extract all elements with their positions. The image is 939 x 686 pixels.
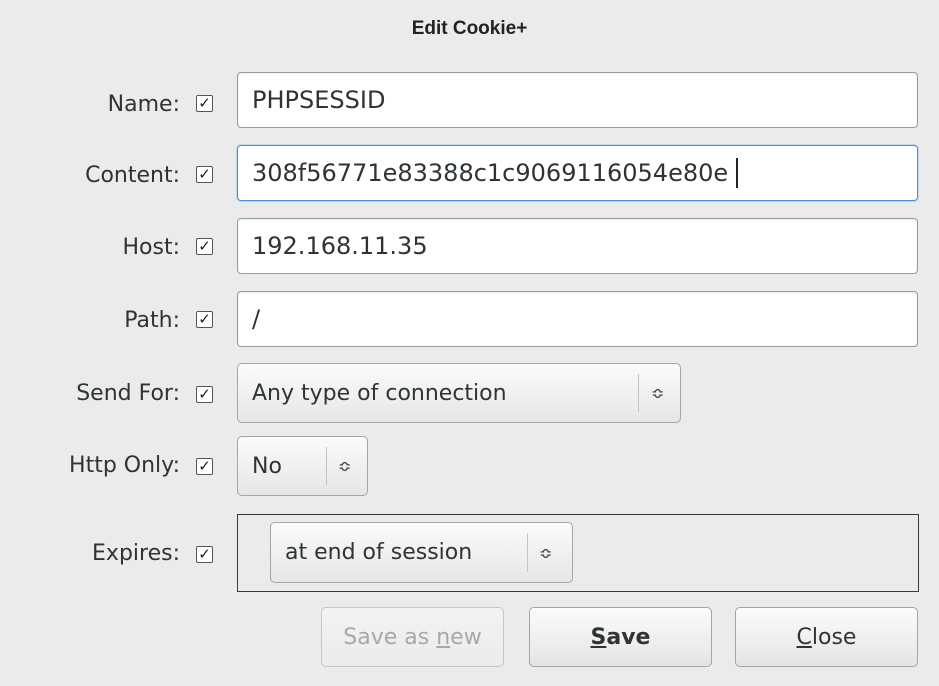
combo-separator bbox=[326, 447, 327, 485]
send-for-value: Any type of connection bbox=[252, 380, 507, 406]
name-label: Name: bbox=[107, 91, 180, 117]
dialog-title-bar: Edit Cookie+ bbox=[0, 0, 939, 58]
up-down-arrows-icon: ≎ bbox=[651, 383, 665, 403]
combo-separator bbox=[527, 533, 528, 572]
http-only-select[interactable]: No ≎ bbox=[237, 436, 368, 496]
content-value: 308f56771e83388c1c9069116054e80e bbox=[252, 159, 729, 187]
checkbox-checked-icon: ✓ bbox=[198, 309, 211, 328]
close-button[interactable]: Close bbox=[735, 607, 918, 667]
expires-label: Expires: bbox=[92, 540, 180, 566]
checkbox-checked-icon: ✓ bbox=[198, 456, 211, 475]
up-down-arrows-icon: ≎ bbox=[539, 543, 553, 562]
close-mnemonic: C bbox=[796, 624, 812, 650]
host-label: Host: bbox=[122, 234, 180, 260]
up-down-arrows-icon: ≎ bbox=[338, 456, 352, 476]
http-only-checkbox[interactable]: ✓ bbox=[196, 458, 213, 475]
host-checkbox[interactable]: ✓ bbox=[196, 238, 213, 255]
send-for-checkbox[interactable]: ✓ bbox=[196, 386, 213, 403]
expires-value: at end of session bbox=[285, 540, 473, 565]
checkbox-checked-icon: ✓ bbox=[198, 384, 211, 403]
send-for-select[interactable]: Any type of connection ≎ bbox=[237, 363, 681, 423]
dialog-title: Edit Cookie+ bbox=[411, 18, 528, 39]
http-only-row: Http Only: ✓ bbox=[0, 436, 939, 494]
checkbox-checked-icon: ✓ bbox=[198, 164, 211, 183]
host-value: 192.168.11.35 bbox=[252, 232, 428, 260]
save-button[interactable]: Save bbox=[529, 607, 712, 667]
path-input[interactable]: / bbox=[237, 291, 918, 347]
name-value: PHPSESSID bbox=[252, 86, 386, 114]
path-label: Path: bbox=[124, 307, 180, 333]
content-checkbox[interactable]: ✓ bbox=[196, 166, 213, 183]
expires-select[interactable]: at end of session ≎ bbox=[270, 522, 573, 583]
save-as-new-mnemonic: n bbox=[436, 624, 451, 650]
http-only-value: No bbox=[252, 453, 282, 479]
checkbox-checked-icon: ✓ bbox=[198, 93, 211, 112]
save-suffix: ave bbox=[606, 624, 651, 650]
checkbox-checked-icon: ✓ bbox=[198, 236, 211, 255]
close-suffix: lose bbox=[811, 624, 857, 650]
name-input[interactable]: PHPSESSID bbox=[237, 72, 918, 128]
save-as-new-button[interactable]: Save as n ew bbox=[321, 607, 504, 667]
save-mnemonic: S bbox=[590, 624, 607, 650]
combo-separator bbox=[638, 374, 639, 412]
name-checkbox[interactable]: ✓ bbox=[196, 95, 213, 112]
http-only-label: Http Only: bbox=[69, 452, 180, 478]
content-input[interactable]: 308f56771e83388c1c9069116054e80e bbox=[237, 145, 918, 201]
expires-checkbox[interactable]: ✓ bbox=[196, 546, 213, 563]
checkbox-checked-icon: ✓ bbox=[198, 544, 211, 563]
text-caret bbox=[736, 158, 739, 188]
send-for-label: Send For: bbox=[76, 380, 180, 406]
save-as-new-suffix: ew bbox=[450, 624, 482, 650]
save-as-new-prefix: Save as bbox=[343, 624, 437, 650]
content-label: Content: bbox=[85, 162, 180, 188]
host-input[interactable]: 192.168.11.35 bbox=[237, 218, 918, 274]
path-checkbox[interactable]: ✓ bbox=[196, 311, 213, 328]
path-value: / bbox=[252, 305, 261, 333]
